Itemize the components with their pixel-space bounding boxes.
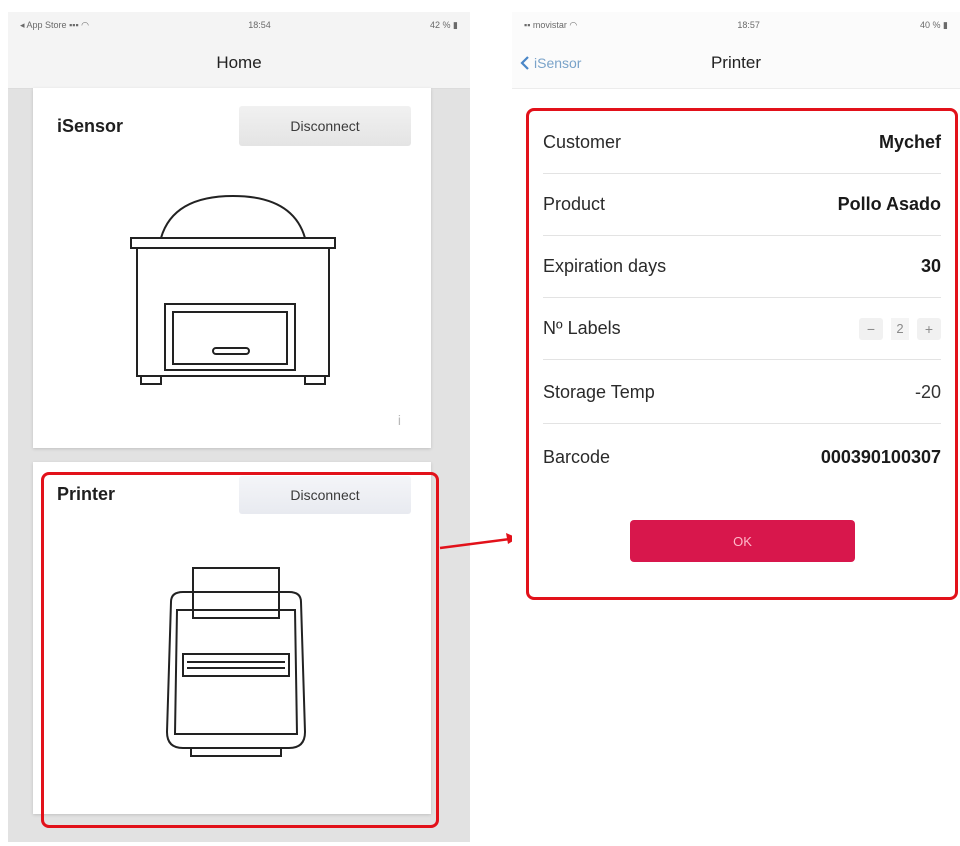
storage-temp-value: -20 [914, 382, 941, 402]
page-title: Home [216, 53, 262, 72]
form-row-product[interactable]: Product Pollo Asado [543, 174, 941, 236]
chevron-left-icon [520, 56, 529, 70]
vacuum-sealer-illustration [130, 194, 336, 385]
form-row-storage-temp[interactable]: Storage Temp -20 [543, 362, 941, 424]
barcode-label: Barcode [543, 446, 611, 467]
barcode-value: 000390100307 [820, 446, 941, 467]
carrier-text: movistar [532, 19, 567, 30]
signal-icon: ▪▪ [524, 19, 533, 30]
battery-indicator: 40 % ▮ [920, 20, 948, 31]
device-name: Printer [57, 484, 116, 504]
expiration-days-value: 30 [920, 256, 941, 276]
info-icon[interactable]: i [398, 412, 401, 428]
battery-icon: ▮ [453, 19, 458, 30]
status-time: 18:54 [248, 20, 271, 30]
disconnect-button-printer[interactable]: Disconnect [239, 476, 411, 514]
battery-text: 42 % [430, 19, 451, 30]
back-label: iSensor [534, 55, 582, 71]
carrier-text: App Store [26, 19, 67, 30]
carrier-label: ▪▪ movistar ◠ [524, 20, 577, 31]
form-row-labels: Nº Labels − 2 + [543, 298, 941, 360]
nav-bar: iSensor Printer [512, 38, 960, 89]
status-bar: ▪▪ movistar ◠ 18:57 40 % ▮ [512, 12, 960, 38]
disconnect-button-isensor[interactable]: Disconnect [239, 106, 411, 146]
battery-icon: ▮ [943, 19, 948, 30]
device-card-printer[interactable]: Printer Disconnect [33, 462, 431, 814]
decrement-button[interactable]: − [859, 317, 883, 340]
labels-count-label: Nº Labels [543, 318, 621, 338]
device-card-isensor[interactable]: iSensor Disconnect i [33, 88, 431, 448]
arrow-right-icon [439, 533, 518, 550]
page-title: Printer [710, 53, 762, 72]
labels-count-value: 2 [891, 317, 909, 340]
signal-icon: ▪▪▪ [69, 19, 82, 30]
status-time: 18:57 [737, 20, 760, 30]
product-label: Product [543, 194, 606, 214]
ok-button[interactable]: OK [630, 520, 855, 562]
storage-temp-label: Storage Temp [543, 382, 655, 402]
device-name: iSensor [57, 116, 124, 136]
form-row-expiration-days[interactable]: Expiration days 30 [543, 236, 941, 298]
form-row-customer[interactable]: Customer Mychef [543, 112, 941, 174]
carrier-label: ◂ App Store ▪▪▪ ◠ [20, 20, 89, 31]
increment-button[interactable]: + [917, 317, 941, 340]
customer-value: Mychef [878, 132, 941, 152]
expiration-days-label: Expiration days [543, 256, 667, 276]
wifi-icon: ◠ [569, 19, 578, 30]
product-value: Pollo Asado [837, 194, 941, 214]
customer-label: Customer [543, 132, 622, 152]
form-row-barcode[interactable]: Barcode 000390100307 [543, 426, 941, 488]
labels-quantity-stepper[interactable]: − 2 + [859, 317, 941, 340]
back-button[interactable]: iSensor [520, 55, 581, 71]
status-bar: ◂ App Store ▪▪▪ ◠ 18:54 42 % ▮ [8, 12, 470, 38]
label-printer-illustration [165, 567, 307, 757]
nav-bar: Home [8, 38, 470, 89]
battery-indicator: 42 % ▮ [430, 20, 458, 31]
battery-text: 40 % [920, 19, 941, 30]
wifi-icon: ◠ [81, 19, 90, 30]
